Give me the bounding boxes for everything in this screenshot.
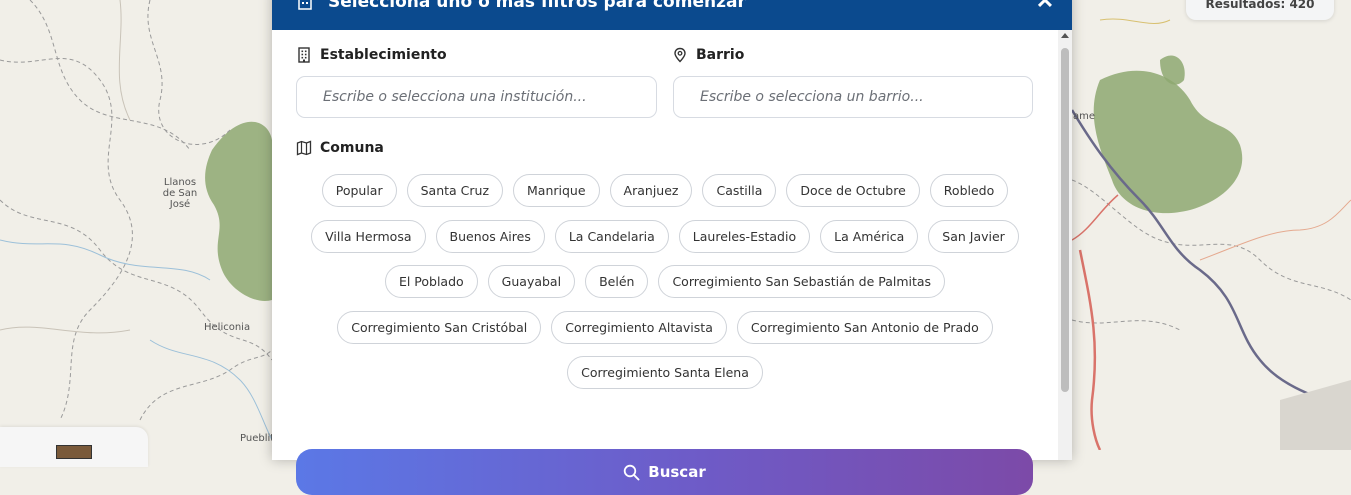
thumbnail-image[interactable]: [56, 445, 92, 459]
comuna-chip-el-poblado[interactable]: El Poblado: [384, 265, 478, 298]
comuna-chip-doce-de-octubre[interactable]: Doce de Octubre: [786, 174, 920, 207]
search-icon: [624, 464, 640, 481]
map-label-ame: ame: [1073, 111, 1096, 122]
comuna-chip-la-america[interactable]: La América: [820, 219, 919, 253]
dialog-body: Establecimiento Escribe o selecciona una…: [272, 30, 1058, 495]
comuna-chip-aranjuez[interactable]: Aranjuez: [609, 174, 693, 207]
establecimiento-input[interactable]: Escribe o selecciona una institución...: [296, 76, 657, 118]
barrio-placeholder: Escribe o selecciona un barrio...: [700, 89, 924, 105]
close-button[interactable]: ✕: [1032, 0, 1058, 14]
establecimiento-placeholder: Escribe o selecciona una institución...: [323, 89, 587, 105]
establecimiento-label-text: Establecimiento: [320, 47, 447, 63]
barrio-label-text: Barrio: [696, 47, 745, 63]
comuna-label: Comuna: [296, 140, 384, 156]
dialog-title: Selecciona uno o más filtros para comenz…: [328, 0, 746, 12]
building-icon: [298, 0, 312, 10]
barrio-input[interactable]: Escribe o selecciona un barrio...: [673, 76, 1033, 118]
comuna-chip-la-candelaria[interactable]: La Candelaria: [554, 219, 669, 253]
dialog-header: Selecciona uno o más filtros para comenz…: [272, 0, 1072, 30]
comuna-chip-manrique[interactable]: Manrique: [513, 174, 600, 207]
comuna-chip-san-javier[interactable]: San Javier: [928, 219, 1019, 253]
comuna-chip-santa-cruz[interactable]: Santa Cruz: [406, 174, 504, 207]
map-label-llanos: Llanos de San José: [162, 177, 198, 210]
dialog-scrollbar[interactable]: [1058, 30, 1072, 460]
comuna-chip-buenos-aires[interactable]: Buenos Aires: [435, 219, 545, 253]
comuna-chip-group: Popular Santa Cruz Manrique Aranjuez Cas…: [296, 174, 1034, 402]
map-icon: [296, 140, 312, 156]
chip-row: El Poblado Guayabal Belén Corregimiento …: [296, 265, 1034, 298]
map-pin-icon: [674, 47, 686, 63]
search-button-label: Buscar: [648, 463, 706, 481]
comuna-chip-laureles-estadio[interactable]: Laureles-Estadio: [678, 219, 811, 253]
building-icon: [298, 47, 310, 63]
chip-row: Corregimiento San Cristóbal Corregimient…: [296, 310, 1034, 344]
comuna-chip-castilla[interactable]: Castilla: [702, 174, 777, 207]
establecimiento-label: Establecimiento: [296, 47, 447, 63]
scroll-up-arrow-icon[interactable]: [1061, 33, 1069, 38]
chip-row: Villa Hermosa Buenos Aires La Candelaria…: [296, 219, 1034, 253]
scrollbar-thumb[interactable]: [1061, 48, 1069, 392]
comuna-chip-guayabal[interactable]: Guayabal: [487, 265, 576, 298]
comuna-chip-popular[interactable]: Popular: [321, 174, 397, 207]
comuna-chip-altavista[interactable]: Corregimiento Altavista: [551, 310, 727, 344]
comuna-label-text: Comuna: [320, 140, 384, 156]
comuna-chip-villa-hermosa[interactable]: Villa Hermosa: [311, 219, 426, 253]
search-button[interactable]: Buscar: [296, 449, 1033, 495]
results-count-badge: Resultados: 420: [1186, 0, 1334, 20]
filter-dialog: Selecciona uno o más filtros para comenz…: [272, 0, 1072, 495]
comuna-chip-san-cristobal[interactable]: Corregimiento San Cristóbal: [337, 310, 542, 344]
comuna-chip-santa-elena[interactable]: Corregimiento Santa Elena: [567, 356, 763, 389]
map-label-heliconia: Heliconia: [204, 322, 251, 333]
chip-row: Corregimiento Santa Elena: [296, 356, 1034, 389]
comuna-chip-belen[interactable]: Belén: [585, 265, 649, 298]
map-corner-panel[interactable]: [0, 427, 148, 467]
chip-row: Popular Santa Cruz Manrique Aranjuez Cas…: [296, 174, 1034, 207]
comuna-chip-san-sebastian-de-palmitas[interactable]: Corregimiento San Sebastián de Palmitas: [658, 265, 946, 298]
barrio-label: Barrio: [672, 47, 744, 63]
comuna-chip-san-antonio-de-prado[interactable]: Corregimiento San Antonio de Prado: [736, 310, 993, 344]
comuna-chip-robledo[interactable]: Robledo: [929, 174, 1009, 207]
results-count-text: Resultados: 420: [1205, 0, 1315, 11]
